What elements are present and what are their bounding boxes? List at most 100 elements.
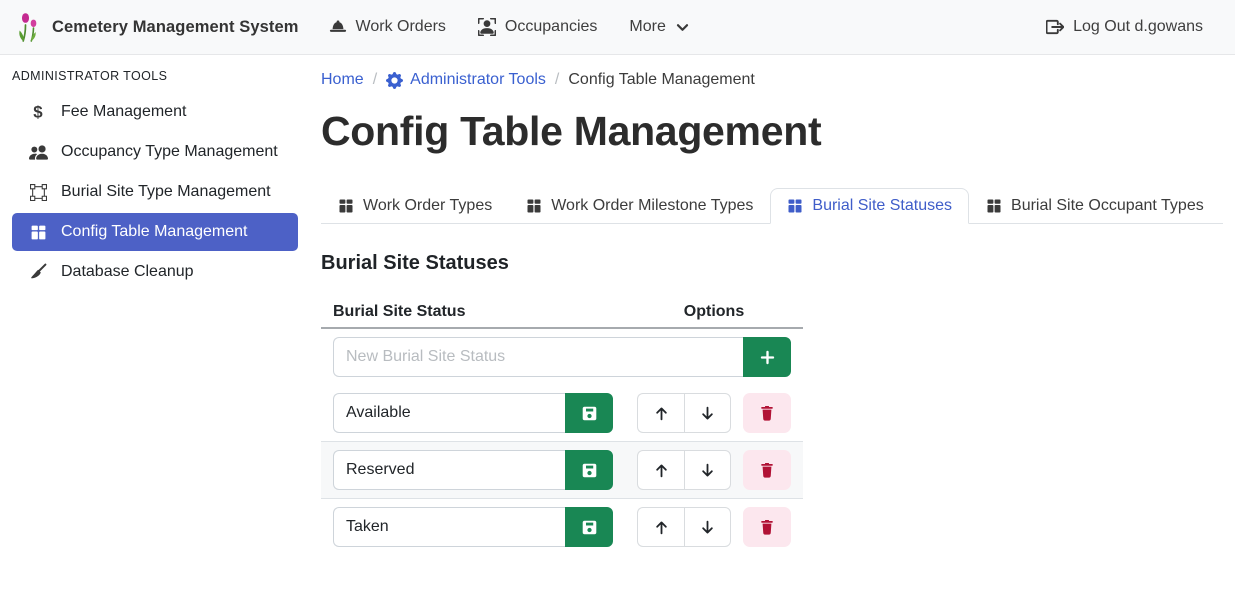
save-button[interactable] bbox=[565, 450, 613, 490]
table-icon bbox=[526, 198, 542, 214]
people-icon bbox=[28, 143, 48, 162]
tab-burial-site-occupant-types[interactable]: Burial Site Occupant Types bbox=[969, 188, 1221, 224]
person-bounding-box-icon bbox=[478, 18, 496, 36]
tulip-logo-icon bbox=[16, 11, 42, 43]
bounding-box-icon bbox=[28, 184, 48, 201]
save-button[interactable] bbox=[565, 393, 613, 433]
broom-icon bbox=[28, 263, 48, 281]
delete-button[interactable] bbox=[743, 450, 791, 490]
tab-work-order-milestone-types[interactable]: Work Order Milestone Types bbox=[509, 188, 770, 224]
move-down-button[interactable] bbox=[684, 507, 731, 547]
table-icon bbox=[28, 224, 48, 241]
new-status-row bbox=[321, 328, 803, 385]
trash-icon bbox=[759, 405, 775, 421]
svg-text:$: $ bbox=[33, 103, 43, 121]
floppy-icon bbox=[581, 462, 598, 479]
breadcrumb-administrator-tools[interactable]: Administrator Tools bbox=[386, 71, 546, 89]
box-arrow-right-icon bbox=[1046, 18, 1064, 36]
tab-label: Work Order Types bbox=[363, 197, 492, 215]
nav-work-orders[interactable]: Work Orders bbox=[313, 10, 462, 44]
move-up-button[interactable] bbox=[637, 507, 684, 547]
sidebar-item-occupancy-type-management[interactable]: Occupancy Type Management bbox=[12, 133, 298, 171]
sidebar-item-label: Burial Site Type Management bbox=[61, 183, 271, 201]
delete-button[interactable] bbox=[743, 393, 791, 433]
breadcrumb-separator: / bbox=[373, 71, 377, 89]
sidebar-item-label: Database Cleanup bbox=[61, 263, 194, 281]
nav-more[interactable]: More bbox=[613, 10, 705, 44]
delete-button[interactable] bbox=[743, 507, 791, 547]
sidebar-item-label: Fee Management bbox=[61, 103, 186, 121]
table-row bbox=[321, 499, 803, 556]
tab-burial-site-statuses[interactable]: Burial Site Statuses bbox=[770, 188, 969, 224]
add-status-button[interactable] bbox=[743, 337, 791, 377]
arrow-down-icon bbox=[699, 405, 716, 422]
table-icon bbox=[986, 198, 1002, 214]
table-row bbox=[321, 385, 803, 442]
sidebar-item-fee-management[interactable]: $ Fee Management bbox=[12, 93, 298, 131]
nav-occupancies-label: Occupancies bbox=[505, 18, 598, 36]
tab-bar: Work Order Types Work Order Milestone Ty… bbox=[321, 188, 1223, 224]
table-row bbox=[321, 442, 803, 499]
nav-work-orders-label: Work Orders bbox=[356, 18, 446, 36]
sidebar-item-config-table-management[interactable]: Config Table Management bbox=[12, 213, 298, 251]
reorder-button-group bbox=[637, 450, 731, 490]
breadcrumb-current: Config Table Management bbox=[568, 71, 755, 89]
reorder-button-group bbox=[637, 507, 731, 547]
status-table: Burial Site Status Options bbox=[321, 297, 803, 555]
move-up-button[interactable] bbox=[637, 450, 684, 490]
status-name-input[interactable] bbox=[333, 450, 565, 490]
gear-icon bbox=[386, 72, 403, 89]
sidebar-item-database-cleanup[interactable]: Database Cleanup bbox=[12, 253, 298, 291]
top-navbar: Cemetery Management System Work Orders O… bbox=[0, 0, 1235, 55]
breadcrumb-home[interactable]: Home bbox=[321, 71, 364, 89]
hardhat-icon bbox=[329, 18, 347, 36]
arrow-down-icon bbox=[699, 462, 716, 479]
trash-icon bbox=[759, 462, 775, 478]
tab-label: Work Order Milestone Types bbox=[551, 197, 753, 215]
reorder-button-group bbox=[637, 393, 731, 433]
save-button[interactable] bbox=[565, 507, 613, 547]
arrow-up-icon bbox=[653, 405, 670, 422]
plus-icon bbox=[759, 349, 776, 366]
nav-more-label: More bbox=[629, 18, 665, 36]
navbar-links: Work Orders Occupancies More bbox=[313, 10, 706, 44]
table-icon bbox=[338, 198, 354, 214]
logout-link[interactable]: Log Out d.gowans bbox=[1030, 10, 1219, 44]
new-status-input[interactable] bbox=[333, 337, 743, 377]
status-name-input[interactable] bbox=[333, 507, 565, 547]
move-down-button[interactable] bbox=[684, 393, 731, 433]
nav-occupancies[interactable]: Occupancies bbox=[462, 10, 614, 44]
main-content: Home / Administrator Tools / Config Tabl… bbox=[310, 55, 1235, 591]
floppy-icon bbox=[581, 405, 598, 422]
arrow-down-icon bbox=[699, 519, 716, 536]
logout-label: Log Out d.gowans bbox=[1073, 18, 1203, 36]
column-header-options: Options bbox=[625, 297, 803, 328]
arrow-up-icon bbox=[653, 519, 670, 536]
breadcrumb: Home / Administrator Tools / Config Tabl… bbox=[321, 71, 1223, 89]
page-title: Config Table Management bbox=[321, 103, 1223, 159]
app-brand[interactable]: Cemetery Management System bbox=[16, 11, 299, 43]
trash-icon bbox=[759, 519, 775, 535]
app-title: Cemetery Management System bbox=[52, 18, 299, 37]
status-name-input[interactable] bbox=[333, 393, 565, 433]
column-header-burial-site-status: Burial Site Status bbox=[321, 297, 625, 328]
breadcrumb-administrator-tools-label: Administrator Tools bbox=[410, 71, 546, 89]
breadcrumb-separator: / bbox=[555, 71, 559, 89]
move-down-button[interactable] bbox=[684, 450, 731, 490]
chevron-down-icon bbox=[675, 20, 690, 35]
table-header-row: Burial Site Status Options bbox=[321, 297, 803, 328]
sidebar-item-label: Occupancy Type Management bbox=[61, 143, 278, 161]
sidebar: ADMINISTRATOR TOOLS $ Fee Management Occ… bbox=[0, 55, 310, 591]
floppy-icon bbox=[581, 519, 598, 536]
tab-label: Burial Site Occupant Types bbox=[1011, 197, 1204, 215]
dollar-icon: $ bbox=[28, 103, 48, 121]
arrow-up-icon bbox=[653, 462, 670, 479]
move-up-button[interactable] bbox=[637, 393, 684, 433]
sidebar-heading: ADMINISTRATOR TOOLS bbox=[12, 69, 298, 83]
section-heading: Burial Site Statuses bbox=[321, 252, 1223, 275]
tab-label: Burial Site Statuses bbox=[812, 197, 952, 215]
sidebar-item-burial-site-type-management[interactable]: Burial Site Type Management bbox=[12, 173, 298, 211]
table-icon bbox=[787, 198, 803, 214]
tab-work-order-types[interactable]: Work Order Types bbox=[321, 188, 509, 224]
sidebar-item-label: Config Table Management bbox=[61, 223, 248, 241]
